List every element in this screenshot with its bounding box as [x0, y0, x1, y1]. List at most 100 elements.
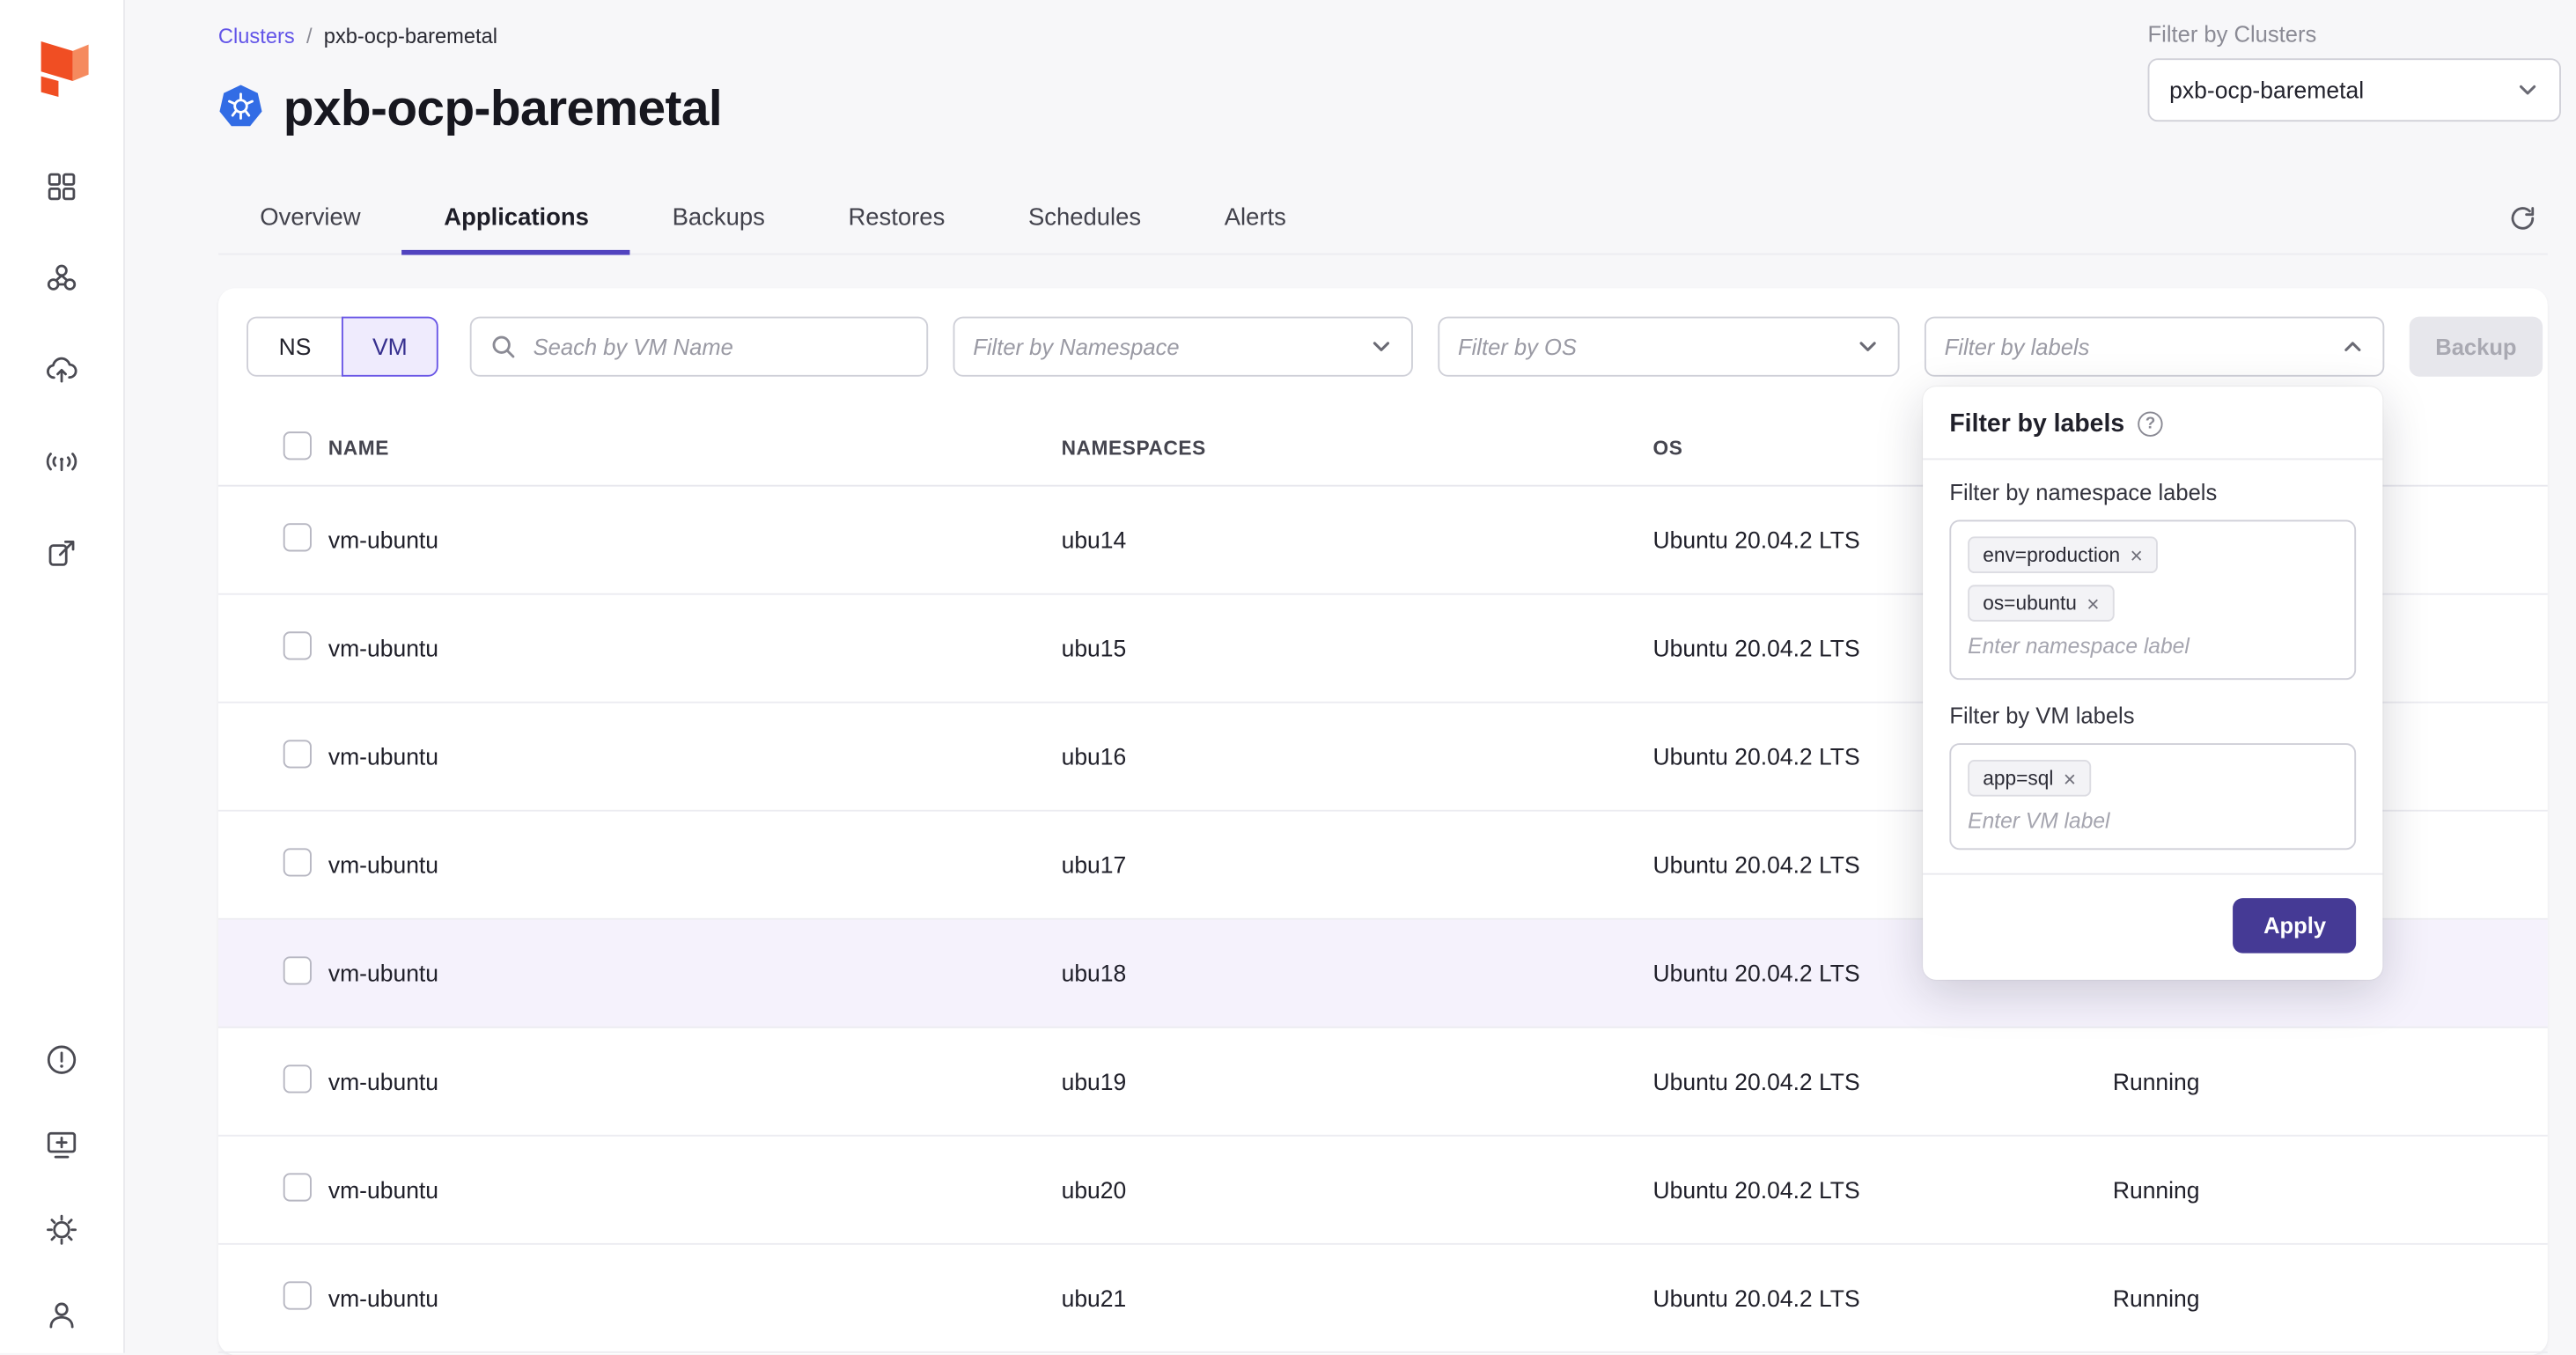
- popover-footer-divider: [1923, 873, 2382, 875]
- cluster-filter: Filter by Clusters pxb-ocp-baremetal: [2148, 22, 2561, 122]
- vm-name-cell: vm-ubuntu: [328, 1285, 1062, 1311]
- vm-name-cell: vm-ubuntu: [328, 1176, 1062, 1203]
- select-all-checkbox[interactable]: [283, 431, 312, 459]
- apply-button[interactable]: Apply: [2234, 898, 2356, 953]
- namespace-cell: ubu15: [1062, 635, 1653, 661]
- labels-filter-placeholder: Filter by labels: [1945, 334, 2090, 358]
- cluster-select-value: pxb-ocp-baremetal: [2169, 77, 2364, 103]
- chip-remove-icon[interactable]: ×: [2087, 593, 2099, 615]
- monitoring-icon[interactable]: [43, 1126, 80, 1163]
- breadcrumb-separator: /: [306, 25, 313, 48]
- chevron-down-icon: [1370, 335, 1393, 357]
- namespace-labels-section-label: Filter by namespace labels: [1949, 480, 2356, 504]
- activity-broadcast-icon[interactable]: [43, 443, 80, 480]
- sidebar-nav-bottom: [43, 1042, 80, 1333]
- tab-restores[interactable]: Restores: [806, 190, 986, 255]
- vm-name-cell: vm-ubuntu: [328, 743, 1062, 770]
- tab-label: Overview: [260, 205, 360, 232]
- tab-alerts[interactable]: Alerts: [1182, 190, 1328, 255]
- vm-labels-section-label: Filter by VM labels: [1949, 703, 2356, 728]
- profile-icon[interactable]: [43, 1296, 80, 1333]
- namespace-label-input[interactable]: Enter namespace label: [1968, 633, 2190, 658]
- tab-schedules[interactable]: Schedules: [987, 190, 1183, 255]
- cluster-filter-label: Filter by Clusters: [2148, 22, 2561, 47]
- chip-label: app=sql: [1983, 767, 2053, 790]
- search-icon: [489, 334, 516, 360]
- name-header: NAME: [328, 436, 1062, 459]
- namespaces-header: NAMESPACES: [1062, 436, 1653, 459]
- status-cell: Running: [2113, 1285, 2548, 1311]
- alerts-icon[interactable]: [43, 1042, 80, 1079]
- popover-title: Filter by labels: [1949, 410, 2124, 438]
- ns-vm-toggle: NS VM: [247, 317, 438, 377]
- vm-name-cell: vm-ubuntu: [328, 851, 1062, 878]
- label-chip: env=production ×: [1968, 536, 2158, 573]
- row-checkbox[interactable]: [283, 848, 312, 876]
- vm-name-cell: vm-ubuntu: [328, 527, 1062, 553]
- app-root: Clusters / pxb-ocp-baremetal Filter by C…: [0, 0, 2576, 1353]
- vm-search-field[interactable]: [470, 317, 928, 377]
- table-row[interactable]: vm-ubuntu ubu20 Ubuntu 20.04.2 LTS Runni…: [218, 1137, 2548, 1245]
- refresh-button[interactable]: [2507, 203, 2537, 241]
- namespaces-icon[interactable]: [43, 535, 80, 572]
- kubernetes-icon: [218, 84, 263, 137]
- tab-label: Alerts: [1225, 205, 1286, 232]
- tab-overview[interactable]: Overview: [218, 190, 402, 255]
- row-checkbox[interactable]: [283, 956, 312, 984]
- os-filter-placeholder: Filter by OS: [1458, 334, 1577, 358]
- settings-icon[interactable]: [43, 1211, 80, 1248]
- cloud-backup-icon[interactable]: [43, 351, 80, 388]
- vm-search-input[interactable]: [530, 333, 909, 361]
- clusters-icon[interactable]: [43, 260, 80, 297]
- popover-divider: [1923, 458, 2382, 460]
- table-row[interactable]: vm-ubuntu ubu21 Ubuntu 20.04.2 LTS Runni…: [218, 1245, 2548, 1353]
- breadcrumb-clusters-link[interactable]: Clusters: [218, 25, 295, 48]
- cluster-select[interactable]: pxb-ocp-baremetal: [2148, 58, 2561, 122]
- row-checkbox[interactable]: [283, 1281, 312, 1309]
- status-cell: Running: [2113, 1176, 2548, 1203]
- vm-labels-box[interactable]: app=sql × Enter VM label: [1949, 743, 2356, 850]
- labels-filter-select[interactable]: Filter by labels: [1925, 317, 2384, 377]
- ns-toggle-button[interactable]: NS: [247, 317, 343, 377]
- help-icon[interactable]: ?: [2138, 411, 2162, 436]
- namespace-labels-box[interactable]: env=production × os=ubuntu × Enter names…: [1949, 519, 2356, 680]
- sidebar-nav-top: [43, 168, 80, 571]
- chip-remove-icon[interactable]: ×: [2064, 768, 2076, 790]
- popover-footer: Apply: [1949, 898, 2356, 953]
- chip-remove-icon[interactable]: ×: [2131, 544, 2143, 566]
- label-chip: os=ubuntu ×: [1968, 585, 2115, 622]
- tab-applications[interactable]: Applications: [402, 190, 630, 255]
- dashboard-icon[interactable]: [43, 168, 80, 205]
- vm-name-cell: vm-ubuntu: [328, 1068, 1062, 1094]
- table-row[interactable]: vm-ubuntu ubu19 Ubuntu 20.04.2 LTS Runni…: [218, 1028, 2548, 1137]
- namespace-cell: ubu16: [1062, 743, 1653, 770]
- row-checkbox[interactable]: [283, 1173, 312, 1201]
- vm-label-input[interactable]: Enter VM label: [1968, 808, 2109, 833]
- tab-label: Restores: [848, 205, 945, 232]
- row-checkbox[interactable]: [283, 631, 312, 659]
- namespace-cell: ubu20: [1062, 1176, 1653, 1203]
- backup-button[interactable]: Backup: [2410, 317, 2543, 377]
- sidebar: [0, 0, 125, 1353]
- os-filter-select[interactable]: Filter by OS: [1438, 317, 1899, 377]
- namespace-cell: ubu14: [1062, 527, 1653, 553]
- vm-name-cell: vm-ubuntu: [328, 960, 1062, 986]
- label-chip: app=sql ×: [1968, 760, 2091, 797]
- chip-label: os=ubuntu: [1983, 592, 2077, 615]
- namespace-filter-placeholder: Filter by Namespace: [973, 334, 1179, 358]
- chevron-up-icon: [2341, 335, 2364, 357]
- namespace-filter-select[interactable]: Filter by Namespace: [953, 317, 1413, 377]
- toolbar: NS VM Filter by Namespace Filter by OS: [218, 317, 2548, 377]
- row-checkbox[interactable]: [283, 1064, 312, 1093]
- main-content: Clusters / pxb-ocp-baremetal Filter by C…: [125, 0, 2576, 1353]
- os-cell: Ubuntu 20.04.2 LTS: [1652, 1176, 2112, 1203]
- namespace-cell: ubu18: [1062, 960, 1653, 986]
- filter-by-labels-popover: Filter by labels ? Filter by namespace l…: [1923, 387, 2382, 980]
- namespace-cell: ubu17: [1062, 851, 1653, 878]
- vm-toggle-button[interactable]: VM: [342, 317, 438, 377]
- row-checkbox[interactable]: [283, 523, 312, 551]
- tab-backups[interactable]: Backups: [630, 190, 806, 255]
- portworx-logo-icon[interactable]: [30, 33, 93, 112]
- popover-title-row: Filter by labels ?: [1949, 410, 2356, 438]
- row-checkbox[interactable]: [283, 740, 312, 768]
